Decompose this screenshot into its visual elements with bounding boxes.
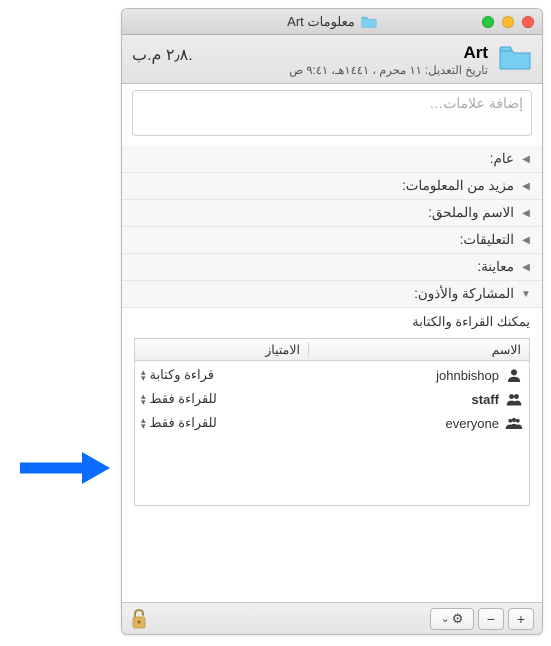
- gear-icon: ⚙: [452, 611, 464, 627]
- section-sharing-label: المشاركة والأذون:: [414, 286, 514, 302]
- tags-input[interactable]: إضافة علامات…: [132, 90, 532, 136]
- chevron-left-icon: ◀: [520, 154, 532, 165]
- chevron-down-icon: ▼: [520, 289, 532, 300]
- window-title: معلومات Art: [287, 14, 355, 30]
- section-general[interactable]: ◀ عام:: [122, 146, 542, 173]
- section-comments-label: التعليقات:: [460, 232, 514, 248]
- privilege-value: للقراءة فقط: [150, 391, 217, 407]
- table-row[interactable]: johnbishop قراءة وكتابة ▴▾: [135, 363, 529, 387]
- modified-date: تاريخ التعديل: ١١ محرم ، ١٤٤١هـ، ٩:٤١ ص: [203, 63, 488, 77]
- permissions-table: الاسم الامتياز johnbishop: [134, 338, 530, 506]
- chevron-left-icon: ◀: [520, 235, 532, 246]
- remove-button[interactable]: −: [478, 608, 504, 630]
- privilege-stepper[interactable]: ▴▾: [141, 393, 146, 405]
- info-window: معلومات Art Art تاريخ التعديل: ١١ محرم ،…: [121, 8, 543, 635]
- minimize-button[interactable]: [502, 16, 514, 28]
- col-name-header[interactable]: الاسم: [308, 342, 529, 357]
- chevron-left-icon: ◀: [520, 262, 532, 273]
- section-preview-label: معاينة:: [477, 259, 514, 275]
- section-nameext-label: الاسم والملحق:: [428, 205, 514, 221]
- section-comments[interactable]: ◀ التعليقات:: [122, 227, 542, 254]
- permission-summary: يمكنك القراءة والكتابة: [134, 314, 530, 330]
- person-icon: [505, 368, 523, 382]
- add-button[interactable]: +: [508, 608, 534, 630]
- privilege-stepper[interactable]: ▴▾: [141, 417, 146, 429]
- section-more-info[interactable]: ◀ مزيد من المعلومات:: [122, 173, 542, 200]
- lock-icon[interactable]: [130, 608, 148, 630]
- user-name: everyone: [446, 416, 499, 431]
- action-menu[interactable]: ⚙ ⌄: [430, 608, 474, 630]
- close-button[interactable]: [522, 16, 534, 28]
- table-row[interactable]: staff للقراءة فقط ▴▾: [135, 387, 529, 411]
- table-row[interactable]: everyone للقراءة فقط ▴▾: [135, 411, 529, 435]
- section-preview[interactable]: ◀ معاينة:: [122, 254, 542, 281]
- titlebar: معلومات Art: [122, 9, 542, 35]
- folder-icon: [361, 15, 377, 28]
- section-name-ext[interactable]: ◀ الاسم والملحق:: [122, 200, 542, 227]
- group-icon: [505, 416, 523, 430]
- user-name: staff: [472, 392, 499, 407]
- traffic-lights: [482, 16, 534, 28]
- header: Art تاريخ التعديل: ١١ محرم ، ١٤٤١هـ، ٩:٤…: [122, 35, 542, 84]
- sharing-content: يمكنك القراءة والكتابة الاسم الامتياز: [122, 308, 542, 516]
- privilege-stepper[interactable]: ▴▾: [141, 369, 146, 381]
- section-sharing[interactable]: ▼ المشاركة والأذون:: [122, 281, 542, 308]
- privilege-value: للقراءة فقط: [150, 415, 217, 431]
- col-priv-header[interactable]: الامتياز: [135, 342, 308, 357]
- pointer-arrow: [10, 448, 110, 488]
- item-name: Art: [203, 43, 488, 63]
- section-more-label: مزيد من المعلومات:: [402, 178, 514, 194]
- people-icon: [505, 392, 523, 406]
- folder-icon: [498, 43, 532, 71]
- file-size: ٢٫٨ م.ب.: [132, 45, 193, 65]
- chevron-left-icon: ◀: [520, 208, 532, 219]
- privilege-value: قراءة وكتابة: [150, 367, 214, 383]
- footer: + − ⚙ ⌄: [122, 602, 542, 634]
- chevron-left-icon: ◀: [520, 181, 532, 192]
- user-name: johnbishop: [436, 368, 499, 383]
- section-general-label: عام:: [490, 151, 514, 167]
- zoom-button[interactable]: [482, 16, 494, 28]
- chevron-down-icon: ⌄: [441, 612, 450, 625]
